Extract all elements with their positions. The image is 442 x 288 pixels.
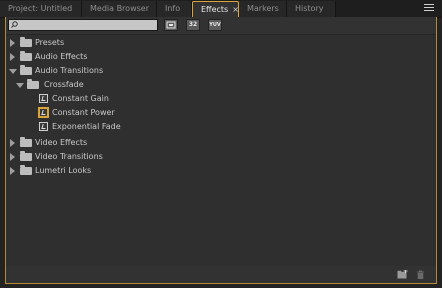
tree-item-constant-power[interactable]: Constant Power [6, 106, 436, 120]
effects-tree: Presets Audio Effects Audio Transitions … [6, 34, 436, 267]
tree-item-label: Constant Gain [52, 94, 109, 103]
audio-transition-icon [39, 122, 48, 131]
folder-icon [20, 37, 32, 47]
tab-effects[interactable]: Effects × [192, 1, 239, 17]
close-icon[interactable]: × [232, 5, 238, 14]
tree-item-label: Video Transitions [35, 152, 103, 161]
tab-label: Project: Untitled [8, 4, 73, 13]
search-field[interactable] [8, 19, 158, 31]
tree-item-label: Presets [35, 38, 65, 47]
expand-arrow-icon[interactable] [10, 153, 15, 161]
tree-item-audio-effects[interactable]: Audio Effects [6, 50, 436, 64]
panel-menu-icon[interactable] [424, 4, 434, 13]
search-icon [11, 21, 18, 28]
panel-tab-bar: Project: Untitled Media Browser Info Eff… [0, 0, 442, 18]
tab-history[interactable]: History [287, 1, 336, 17]
effects-content: 32 YUV Presets Audio Effects Audio Trans… [5, 17, 437, 284]
folder-icon [20, 165, 32, 175]
accelerated-icon [166, 21, 176, 29]
folder-icon [20, 51, 32, 61]
collapse-arrow-icon[interactable] [16, 83, 24, 88]
accelerated-effects-button[interactable] [164, 19, 178, 31]
expand-arrow-icon[interactable] [10, 167, 15, 175]
tab-label: History [295, 4, 324, 13]
folder-icon [20, 151, 32, 161]
tree-item-video-transitions[interactable]: Video Transitions [6, 150, 436, 164]
expand-arrow-icon[interactable] [10, 139, 15, 147]
tab-label: Info [165, 4, 181, 13]
tree-item-label: Exponential Fade [52, 122, 121, 131]
collapse-arrow-icon[interactable] [9, 69, 17, 74]
tab-label: Markers [247, 4, 279, 13]
tab-label: Media Browser [90, 4, 149, 13]
tree-item-video-effects[interactable]: Video Effects [6, 136, 436, 150]
folder-icon [20, 65, 32, 75]
audio-transition-icon [39, 94, 48, 103]
tree-item-label: Lumetri Looks [35, 166, 92, 175]
tree-item-constant-gain[interactable]: Constant Gain [6, 92, 436, 106]
yuv-label: YUV [209, 22, 221, 28]
new-bin-icon[interactable] [397, 270, 408, 279]
tab-info[interactable]: Info [157, 1, 192, 17]
tab-markers[interactable]: Markers [239, 1, 287, 17]
tree-item-exponential-fade[interactable]: Exponential Fade [6, 120, 436, 134]
trash-icon[interactable] [415, 270, 426, 279]
tree-item-label: Video Effects [35, 138, 88, 147]
tree-item-label: Crossfade [44, 80, 84, 89]
panel-bottom-bar [6, 266, 436, 283]
effects-panel: Project: Untitled Media Browser Info Eff… [0, 0, 442, 288]
tree-item-presets[interactable]: Presets [6, 36, 436, 50]
32-bit-label: 32 [188, 21, 198, 28]
tab-project[interactable]: Project: Untitled [0, 1, 82, 17]
tree-item-label: Audio Effects [35, 52, 88, 61]
expand-arrow-icon[interactable] [10, 39, 15, 47]
32-bit-effects-button[interactable]: 32 [186, 19, 200, 31]
tree-item-lumetri-looks[interactable]: Lumetri Looks [6, 164, 436, 178]
tab-media-browser[interactable]: Media Browser [82, 1, 157, 17]
expand-arrow-icon[interactable] [10, 53, 15, 61]
folder-icon [20, 137, 32, 147]
tree-item-crossfade[interactable]: Crossfade [6, 78, 436, 92]
tree-item-label: Audio Transitions [35, 66, 104, 75]
yuv-effects-button[interactable]: YUV [208, 19, 222, 31]
tree-item-label: Constant Power [52, 108, 115, 117]
folder-icon [27, 79, 39, 89]
tree-item-audio-transitions[interactable]: Audio Transitions [6, 64, 436, 78]
default-transition-icon [39, 108, 48, 117]
search-input[interactable] [21, 20, 155, 30]
tab-label: Effects [201, 5, 229, 14]
